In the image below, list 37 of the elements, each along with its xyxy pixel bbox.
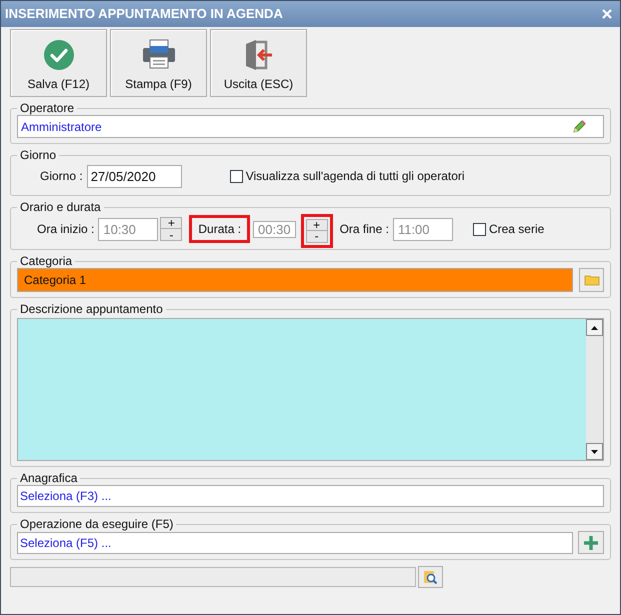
toolbar-button[interactable]: Stampa (F9) xyxy=(110,29,207,97)
group-label: Operazione da eseguire (F5) xyxy=(19,517,174,531)
group-label: Descrizione appuntamento xyxy=(19,302,164,316)
pencil-icon xyxy=(572,120,586,134)
scroll-up-icon[interactable] xyxy=(586,319,603,336)
printer-icon xyxy=(142,39,176,69)
window-title: INSERIMENTO APPUNTAMENTO IN AGENDA xyxy=(5,5,283,24)
vertical-scrollbar[interactable] xyxy=(586,319,603,460)
group-label: Categoria xyxy=(19,254,74,268)
add-button[interactable] xyxy=(578,531,604,554)
exit-door-icon xyxy=(244,39,274,71)
group-label: Operatore xyxy=(19,101,76,115)
group-label: Anagrafica xyxy=(19,471,78,485)
toolbar-button[interactable]: Salva (F12) xyxy=(10,29,107,97)
category-field[interactable]: Categoria 1 xyxy=(17,268,573,292)
scroll-down-icon[interactable] xyxy=(586,443,603,460)
date-field[interactable]: 27/05/2020 xyxy=(86,164,182,188)
operator-field[interactable]: Amministratore xyxy=(17,115,604,138)
checkbox[interactable] xyxy=(472,222,486,236)
day-label: Giorno : xyxy=(40,168,83,185)
duration-label: Durata : xyxy=(197,221,242,238)
close-icon[interactable] xyxy=(602,9,612,19)
checkbox-label: Visualizza sull'agenda di tutti gli operatori xyxy=(246,168,465,185)
operation-field[interactable]: Seleziona (F5) ... xyxy=(17,532,573,554)
registry-field[interactable]: Seleziona (F3) ... xyxy=(17,485,604,507)
end-time-label: Ora fine : xyxy=(340,221,389,238)
start-time-label: Ora inizio : xyxy=(37,221,94,238)
checkbox[interactable] xyxy=(230,170,243,182)
toolbar-button[interactable]: Uscita (ESC) xyxy=(210,29,307,97)
group-label: Orario e durata xyxy=(19,200,102,214)
search-button[interactable] xyxy=(418,566,443,588)
plus-icon xyxy=(583,534,599,550)
checkbox-label: Crea serie xyxy=(488,221,544,238)
folder-icon xyxy=(584,274,600,286)
checkmark-icon xyxy=(42,39,74,71)
search-icon xyxy=(423,570,438,584)
group-label: Giorno xyxy=(19,148,58,162)
